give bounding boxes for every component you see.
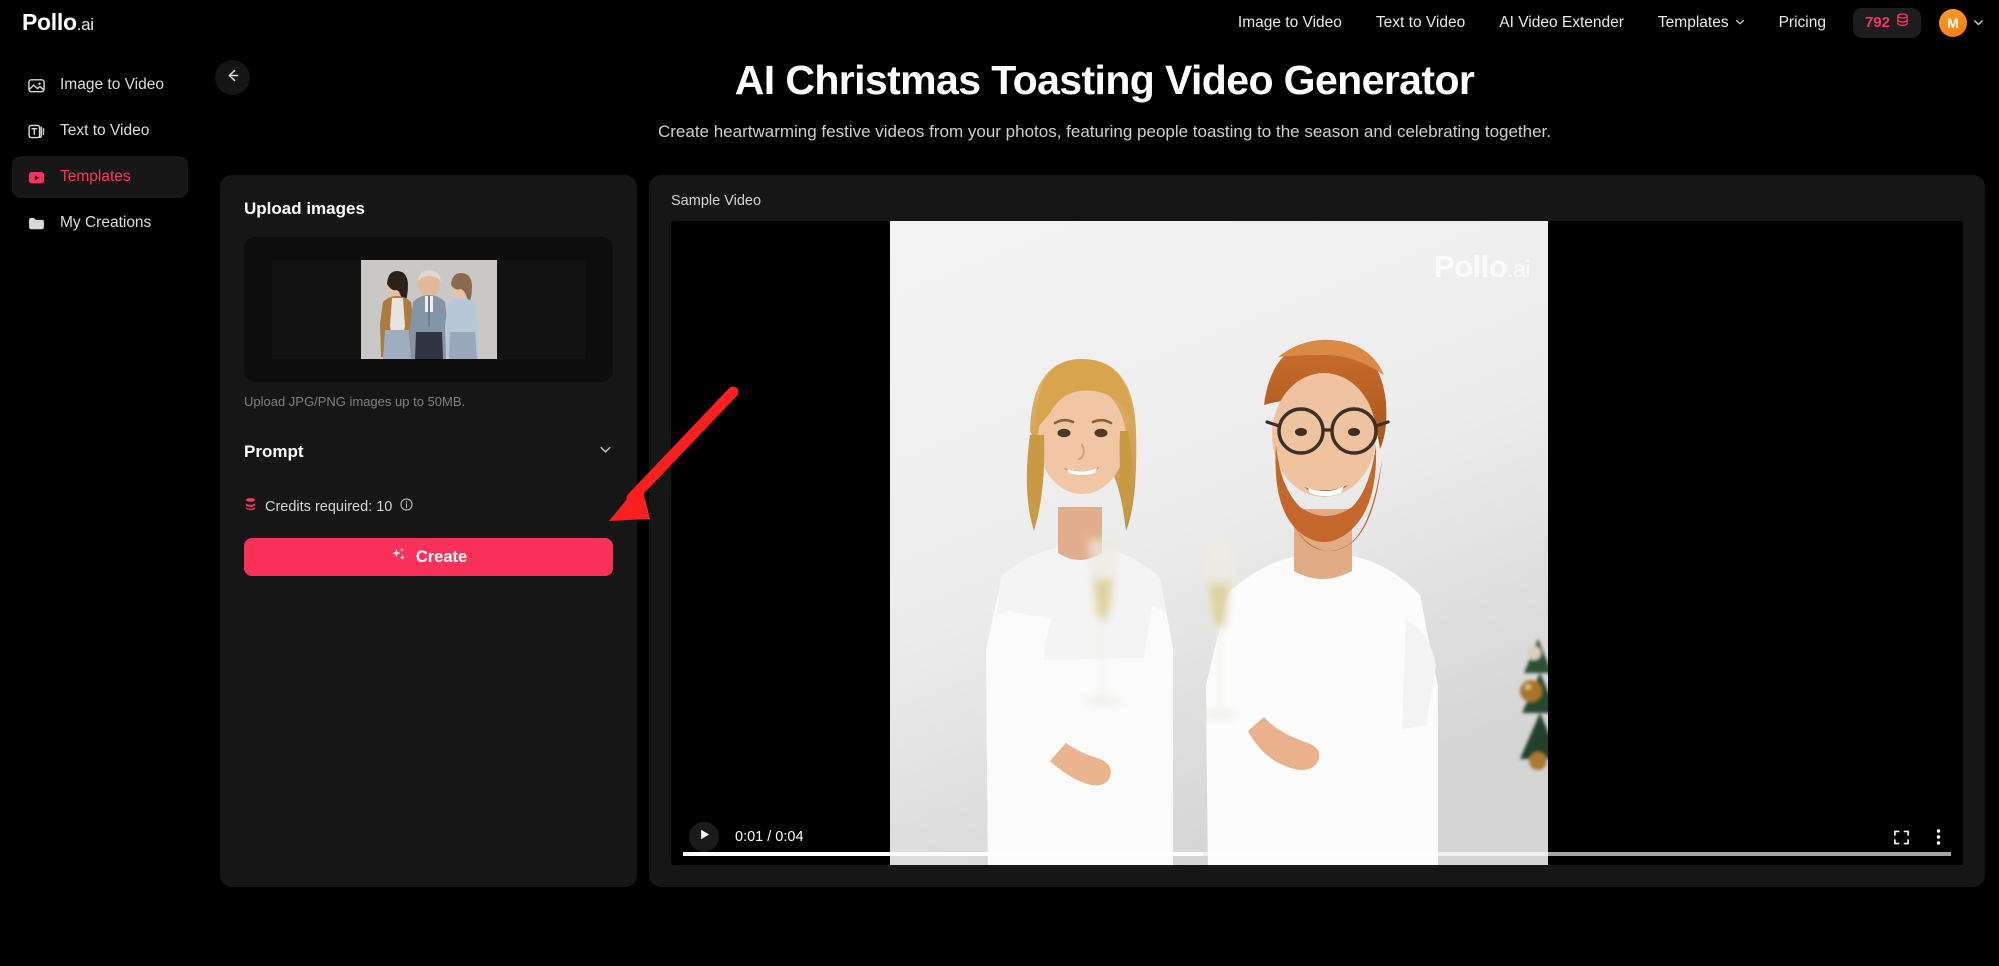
sidebar-item-label: Text to Video bbox=[60, 122, 150, 139]
video-progress-bar[interactable] bbox=[683, 852, 1951, 856]
sample-video-panel: Sample Video Pollo .ai 0:01 / 0:04 bbox=[649, 175, 1985, 887]
sidebar-item-text-to-video[interactable]: Text to Video bbox=[12, 110, 188, 152]
prompt-label: Prompt bbox=[244, 442, 304, 461]
page-subtitle: Create heartwarming festive videos from … bbox=[657, 122, 1552, 142]
nav-label: Text to Video bbox=[1375, 13, 1466, 31]
coin-stack-icon bbox=[1896, 13, 1909, 32]
sidebar: Image to Video Text to Video Templates M… bbox=[0, 45, 200, 966]
chevron-down-icon bbox=[1973, 17, 1983, 27]
sparkle-icon bbox=[390, 546, 407, 568]
sidebar-item-label: My Creations bbox=[60, 214, 152, 231]
nav-label: AI Video Extender bbox=[1499, 13, 1624, 31]
app-root: Pollo .ai Image to Video Text to Video AI… bbox=[0, 0, 1999, 966]
sidebar-item-label: Image to Video bbox=[60, 76, 164, 93]
video-frame: Pollo .ai bbox=[890, 221, 1548, 865]
nav-label: Image to Video bbox=[1237, 13, 1342, 31]
more-vertical-icon[interactable] bbox=[1936, 828, 1941, 846]
progress-played bbox=[683, 852, 1203, 856]
user-menu[interactable]: M bbox=[1939, 8, 1983, 37]
nav-templates[interactable]: Templates bbox=[1641, 14, 1762, 32]
watermark-suffix: .ai bbox=[1507, 256, 1530, 282]
brand-logo[interactable]: Pollo .ai bbox=[22, 9, 94, 36]
nav-text-to-video[interactable]: Text to Video bbox=[1359, 14, 1482, 32]
video-play-icon bbox=[26, 167, 46, 187]
main-content: Upload images Upload JPG/PNG images up t… bbox=[220, 175, 1985, 887]
credits-badge[interactable]: 792 bbox=[1852, 7, 1921, 38]
watermark-name: Pollo bbox=[1433, 249, 1508, 284]
brand-suffix: .ai bbox=[76, 15, 94, 34]
video-controls: 0:01 / 0:04 bbox=[671, 809, 1963, 865]
fullscreen-icon[interactable] bbox=[1893, 829, 1910, 846]
play-button[interactable] bbox=[689, 822, 719, 852]
text-icon bbox=[26, 121, 46, 141]
video-watermark: Pollo .ai bbox=[1433, 249, 1531, 285]
nav-image-to-video[interactable]: Image to Video bbox=[1221, 14, 1359, 32]
folder-icon bbox=[26, 213, 46, 233]
sample-video-label: Sample Video bbox=[671, 193, 762, 209]
sidebar-item-my-creations[interactable]: My Creations bbox=[12, 202, 188, 244]
nav-label: Pricing bbox=[1778, 13, 1826, 31]
brand-name: Pollo bbox=[22, 9, 77, 35]
upload-hint-text: Upload JPG/PNG images up to 50MB. bbox=[244, 394, 466, 409]
upload-preview-strip bbox=[271, 260, 586, 359]
prompt-section-toggle[interactable]: Prompt bbox=[244, 439, 613, 465]
uploaded-image-thumbnail[interactable] bbox=[360, 260, 497, 359]
chevron-down-icon bbox=[1735, 17, 1745, 27]
chevron-down-icon bbox=[598, 442, 613, 462]
sidebar-item-image-to-video[interactable]: Image to Video bbox=[12, 64, 188, 106]
upload-panel-title: Upload images bbox=[244, 199, 365, 218]
nav-pricing[interactable]: Pricing bbox=[1762, 14, 1843, 32]
page-header: AI Christmas Toasting Video Generator Cr… bbox=[210, 55, 1999, 142]
image-icon bbox=[26, 75, 46, 95]
credits-required-row: Credits required: 10 bbox=[244, 497, 613, 516]
nav-label: Templates bbox=[1657, 13, 1729, 31]
nav-ai-video-extender[interactable]: AI Video Extender bbox=[1482, 14, 1641, 32]
create-button[interactable]: Create bbox=[244, 538, 613, 576]
avatar: M bbox=[1939, 8, 1967, 37]
video-time-display: 0:01 / 0:04 bbox=[735, 829, 804, 845]
top-navigation-bar: Pollo .ai Image to Video Text to Video AI… bbox=[0, 0, 1999, 45]
video-controls-right bbox=[1893, 828, 1941, 846]
info-icon[interactable] bbox=[400, 497, 413, 516]
sidebar-item-templates[interactable]: Templates bbox=[12, 156, 188, 198]
avatar-initial: M bbox=[1947, 14, 1959, 31]
coin-stack-icon bbox=[244, 497, 257, 516]
upload-panel: Upload images Upload JPG/PNG images up t… bbox=[220, 175, 637, 887]
top-nav-links: Image to Video Text to Video AI Video Ex… bbox=[1221, 0, 1999, 45]
credits-required-label: Credits required: 10 bbox=[265, 498, 393, 515]
play-icon bbox=[698, 828, 711, 846]
credits-value: 792 bbox=[1864, 14, 1890, 31]
sidebar-item-label: Templates bbox=[60, 168, 131, 185]
page-title: AI Christmas Toasting Video Generator bbox=[734, 57, 1475, 103]
video-player[interactable]: Pollo .ai 0:01 / 0:04 bbox=[671, 221, 1963, 865]
create-button-label: Create bbox=[415, 547, 468, 566]
image-upload-dropzone[interactable] bbox=[244, 237, 613, 382]
